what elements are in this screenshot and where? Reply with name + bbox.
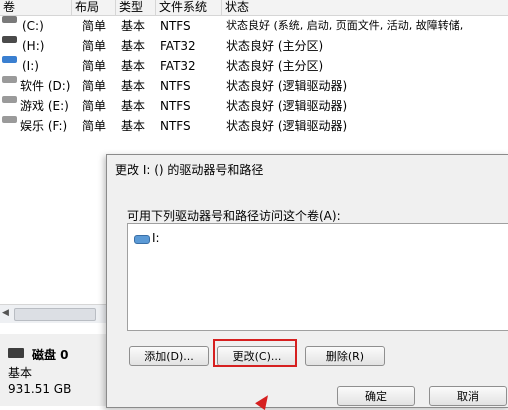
table-row[interactable]: (I:) 简单 基本 FAT32 状态良好 (主分区): [0, 56, 508, 76]
volume-name: 娱乐 (F:): [20, 119, 68, 133]
volume-type: 基本: [121, 79, 146, 93]
col-header-type[interactable]: 类型: [116, 0, 156, 15]
table-row[interactable]: (H:) 简单 基本 FAT32 状态良好 (主分区): [0, 36, 508, 56]
col-header-status[interactable]: 状态: [222, 0, 508, 15]
volume-filesystem: FAT32: [160, 59, 196, 73]
volume-name: (H:): [22, 39, 45, 53]
volume-type: 基本: [121, 99, 146, 113]
drive-icon: [134, 235, 150, 244]
volume-filesystem: NTFS: [160, 99, 191, 113]
volume-type: 基本: [121, 59, 146, 73]
change-drive-letter-dialog: 更改 I: () 的驱动器号和路径 可用下列驱动器号和路径访问这个卷(A): I…: [106, 154, 508, 408]
delete-button[interactable]: 删除(R): [305, 346, 385, 366]
volume-filesystem: NTFS: [160, 119, 191, 133]
table-row[interactable]: 软件 (D:) 简单 基本 NTFS 状态良好 (逻辑驱动器): [0, 76, 508, 96]
volume-status: 状态良好 (主分区): [226, 59, 324, 73]
drive-icon: [2, 56, 17, 63]
disk-size: 931.51 GB: [8, 382, 72, 396]
col-header-volume[interactable]: 卷: [0, 0, 72, 15]
volume-status: 状态良好 (逻辑驱动器): [226, 99, 348, 113]
volume-status: 状态良好 (系统, 启动, 页面文件, 活动, 故障转储,: [226, 19, 464, 32]
scrollbar-thumb[interactable]: [14, 308, 96, 321]
drive-icon: [2, 16, 17, 23]
col-header-filesystem[interactable]: 文件系统: [156, 0, 222, 15]
volume-layout: 简单: [82, 99, 107, 113]
volume-layout: 简单: [82, 39, 107, 53]
volume-name: 游戏 (E:): [20, 99, 69, 113]
volume-name: 软件 (D:): [20, 79, 71, 93]
volume-status: 状态良好 (主分区): [226, 39, 324, 53]
volume-status: 状态良好 (逻辑驱动器): [226, 119, 348, 133]
volume-filesystem: NTFS: [160, 19, 191, 33]
volume-name: (C:): [22, 19, 44, 33]
dialog-list-label: 可用下列驱动器号和路径访问这个卷(A):: [127, 209, 341, 223]
volume-filesystem: FAT32: [160, 39, 196, 53]
volume-layout: 简单: [82, 19, 107, 33]
dialog-title: 更改 I: () 的驱动器号和路径: [115, 163, 264, 177]
volume-type: 基本: [121, 39, 146, 53]
drive-icon: [2, 96, 17, 103]
scroll-left-arrow-icon[interactable]: ◀: [2, 308, 9, 318]
volume-type: 基本: [121, 19, 146, 33]
highlight-box: [213, 339, 297, 367]
list-item-label: I:: [152, 231, 160, 245]
volume-name: (I:): [22, 59, 39, 73]
table-row[interactable]: (C:) 简单 基本 NTFS 状态良好 (系统, 启动, 页面文件, 活动, …: [0, 16, 508, 36]
hard-disk-icon: [8, 348, 24, 358]
volume-status: 状态良好 (逻辑驱动器): [226, 79, 348, 93]
disk-panel[interactable]: 磁盘 0 基本 931.51 GB: [0, 334, 106, 406]
volume-filesystem: NTFS: [160, 79, 191, 93]
cancel-button[interactable]: 取消: [429, 386, 507, 406]
add-button[interactable]: 添加(D)...: [129, 346, 209, 366]
table-row[interactable]: 游戏 (E:) 简单 基本 NTFS 状态良好 (逻辑驱动器): [0, 96, 508, 116]
drive-icon: [2, 116, 17, 123]
drive-path-list[interactable]: I:: [127, 223, 508, 331]
drive-icon: [2, 36, 17, 43]
col-header-layout[interactable]: 布局: [72, 0, 116, 15]
volume-layout: 简单: [82, 59, 107, 73]
disk-name: 磁盘 0: [32, 348, 69, 362]
volume-layout: 简单: [82, 119, 107, 133]
volume-type: 基本: [121, 119, 146, 133]
volume-table-header: 卷 布局 类型 文件系统 状态: [0, 0, 508, 16]
disk-type: 基本: [8, 366, 33, 380]
horizontal-scrollbar[interactable]: ◀: [0, 304, 106, 323]
volume-layout: 简单: [82, 79, 107, 93]
ok-button[interactable]: 确定: [337, 386, 415, 406]
drive-icon: [2, 76, 17, 83]
table-row[interactable]: 娱乐 (F:) 简单 基本 NTFS 状态良好 (逻辑驱动器): [0, 116, 508, 136]
